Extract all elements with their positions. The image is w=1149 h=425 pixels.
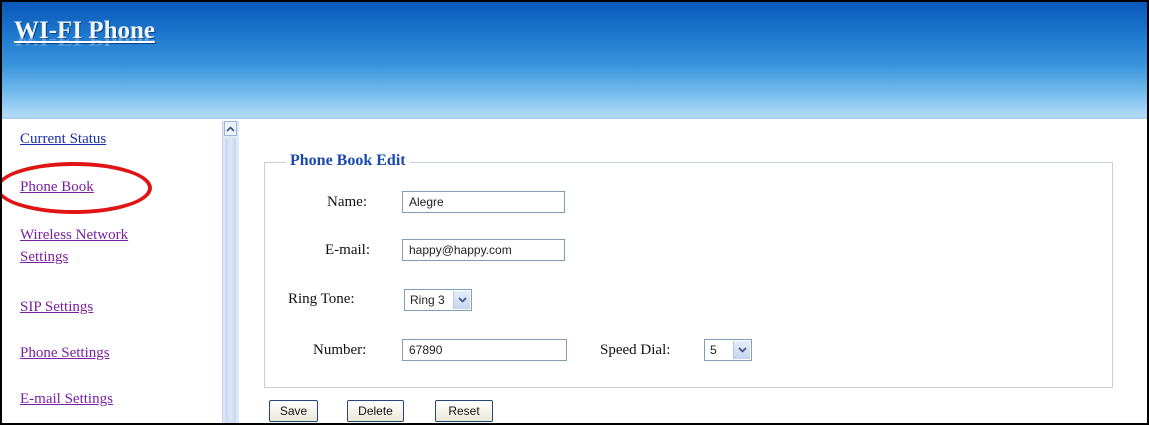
sidebar-item-sip-settings[interactable]: SIP Settings [20,297,93,318]
chevron-up-icon [226,125,235,132]
ringtone-label: Ring Tone: [288,291,355,307]
highlight-circle-annotation [2,162,152,214]
browser-frame: WI-FI Phone WI-FI Phone Current Status P… [0,0,1149,425]
phone-book-edit-legend: Phone Book Edit [286,152,410,170]
chevron-down-icon [453,291,470,309]
sidebar-item-wireless-network[interactable]: Wireless Network [20,225,128,246]
speed-dial-value: 5 [710,343,717,357]
sidebar-scrollbar[interactable] [222,121,239,423]
name-label: Name: [327,194,367,210]
delete-button[interactable]: Delete [347,400,404,422]
sidebar-item-email-settings[interactable]: E-mail Settings [20,389,113,410]
speed-dial-label: Speed Dial: [600,342,671,358]
save-button[interactable]: Save [269,400,318,422]
sidebar-item-wireless-settings[interactable]: Settings [20,247,68,268]
ringtone-select[interactable]: Ring 3 [404,289,472,311]
email-field[interactable]: happy@happy.com [402,239,565,261]
ringtone-value: Ring 3 [410,293,445,307]
header-banner: WI-FI Phone WI-FI Phone [2,2,1147,119]
sidebar-nav: Current Status Phone Book Wireless Netwo… [2,119,222,423]
scroll-thumb[interactable] [225,138,236,423]
app-logo: WI-FI Phone [14,17,155,44]
phone-book-edit-group [264,162,1113,388]
sidebar-item-phone-settings[interactable]: Phone Settings [20,343,110,364]
name-field[interactable]: Alegre [402,191,565,213]
number-label: Number: [313,342,367,358]
scroll-up-button[interactable] [224,121,237,136]
sidebar-item-current-status[interactable]: Current Status [20,129,106,150]
email-label: E-mail: [325,242,370,258]
speed-dial-select[interactable]: 5 [704,339,752,361]
reset-button[interactable]: Reset [435,400,493,422]
chevron-down-icon [733,341,750,359]
number-field[interactable]: 67890 [402,339,567,361]
